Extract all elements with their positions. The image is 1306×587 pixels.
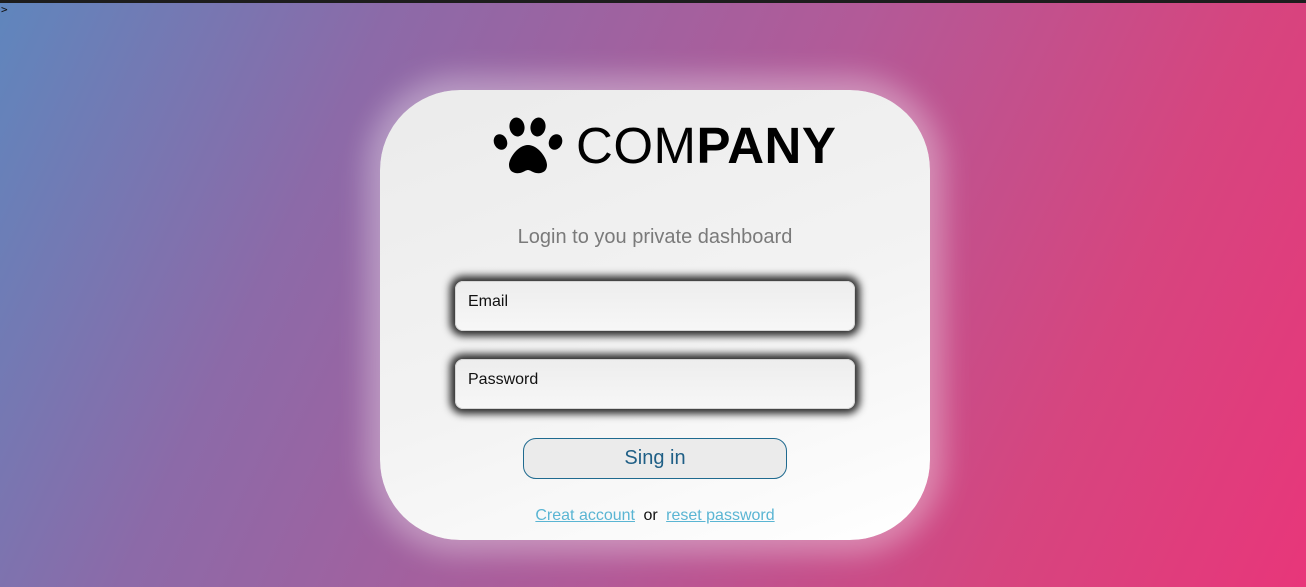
account-links: Creat account or reset password — [380, 507, 930, 525]
create-account-link[interactable]: Creat account — [535, 507, 635, 524]
company-name-bold: PANY — [696, 117, 837, 174]
login-subtitle: Login to you private dashboard — [517, 226, 793, 248]
company-name: COMPANY — [576, 116, 836, 176]
top-border — [0, 0, 1306, 3]
reset-password-link[interactable]: reset password — [666, 507, 775, 524]
company-name-light: COM — [576, 117, 697, 174]
password-placeholder: Password — [468, 371, 539, 388]
company-logo: COMPANY — [492, 116, 836, 176]
email-placeholder: Email — [468, 293, 509, 310]
stray-text: > — [1, 3, 8, 16]
password-field[interactable]: Password — [455, 359, 855, 409]
sign-in-button[interactable]: Sing in — [523, 438, 787, 479]
login-card: COMPANY Login to you private dashboard E… — [380, 90, 930, 540]
paw-icon — [493, 117, 563, 174]
links-separator: or — [643, 507, 658, 524]
email-field[interactable]: Email — [455, 281, 855, 331]
